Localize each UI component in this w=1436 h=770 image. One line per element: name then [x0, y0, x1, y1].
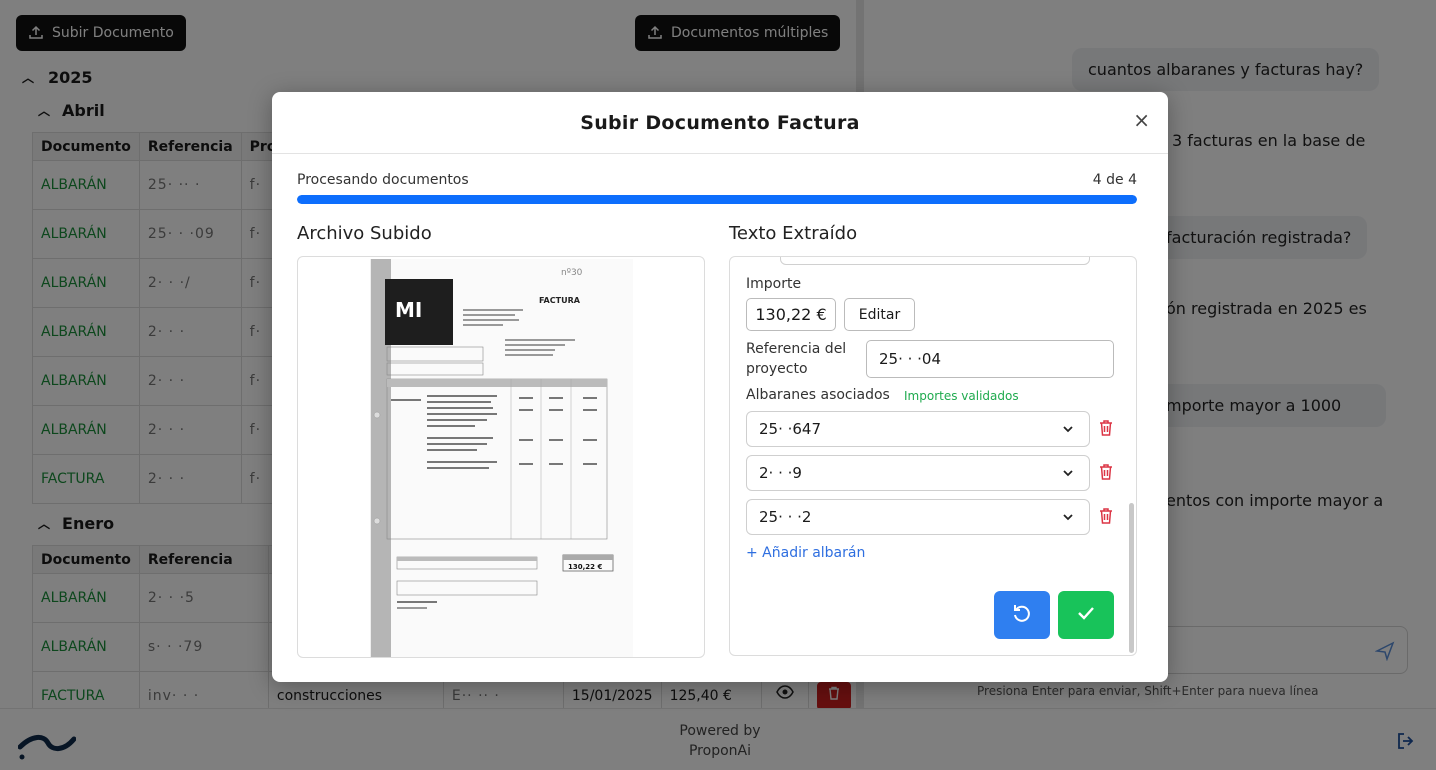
invoice-scan: MI FACTURA nº30 130,22 €	[371, 259, 633, 657]
invoice-total: 130,22 €	[568, 563, 602, 571]
chevron-down-icon	[1061, 510, 1075, 528]
extracted-text-panel: Importe 130,22 € Editar Referencia del p…	[729, 256, 1137, 656]
invoice-heading: FACTURA	[539, 296, 581, 305]
invoice-note: nº30	[561, 268, 583, 278]
chevron-down-icon	[1061, 466, 1075, 484]
progress-count: 4 de 4	[1092, 172, 1137, 188]
importe-label: Importe	[746, 276, 802, 292]
importe-value: 130,22 €	[746, 298, 836, 331]
albaran-select[interactable]: 2· · ·9	[746, 455, 1090, 491]
add-albaran-link[interactable]: + Añadir albarán	[746, 545, 865, 561]
panel-scrollbar[interactable]	[1129, 503, 1134, 653]
confirm-button[interactable]	[1058, 591, 1114, 639]
progress-bar-fill	[297, 195, 1137, 204]
reset-button[interactable]	[994, 591, 1050, 639]
uploaded-file-title: Archivo Subido	[297, 223, 432, 244]
albaran-select-value: 25· · ·2	[759, 508, 812, 526]
progress-label: Procesando documentos	[297, 172, 469, 188]
albaran-select[interactable]: 25· · ·2	[746, 499, 1090, 535]
project-reference-input[interactable]: 25· · ·04	[866, 340, 1114, 378]
modal-header: Subir Documento Factura ×	[272, 92, 1168, 154]
extracted-text-title: Texto Extraído	[729, 223, 858, 244]
albaran-select-value: 2· · ·9	[759, 464, 802, 482]
progress-bar	[297, 195, 1137, 204]
edit-button[interactable]: Editar	[844, 298, 915, 331]
trash-icon[interactable]	[1098, 507, 1116, 527]
chevron-down-icon	[1061, 422, 1075, 440]
associated-albaranes-label: Albaranes asociados	[746, 387, 890, 403]
invoice-image: MI FACTURA nº30 130,22 €	[370, 259, 633, 657]
previous-field[interactable]	[780, 257, 1090, 265]
trash-icon[interactable]	[1098, 463, 1116, 483]
check-icon	[1075, 602, 1097, 628]
albaran-select-value: 25· ·647	[759, 420, 822, 438]
uploaded-file-preview: MI FACTURA nº30 130,22 €	[297, 256, 705, 658]
project-reference-label: Referencia del proyecto	[746, 341, 847, 377]
close-icon[interactable]: ×	[1133, 108, 1150, 132]
trash-icon[interactable]	[1098, 419, 1116, 439]
upload-invoice-modal: Subir Documento Factura × Procesando doc…	[272, 92, 1168, 682]
invoice-logo-text: MI	[395, 298, 422, 322]
refresh-icon	[1011, 602, 1033, 628]
modal-title: Subir Documento Factura	[580, 111, 860, 134]
validated-badge: Importes validados	[904, 389, 1019, 403]
albaran-select[interactable]: 25· ·647	[746, 411, 1090, 447]
